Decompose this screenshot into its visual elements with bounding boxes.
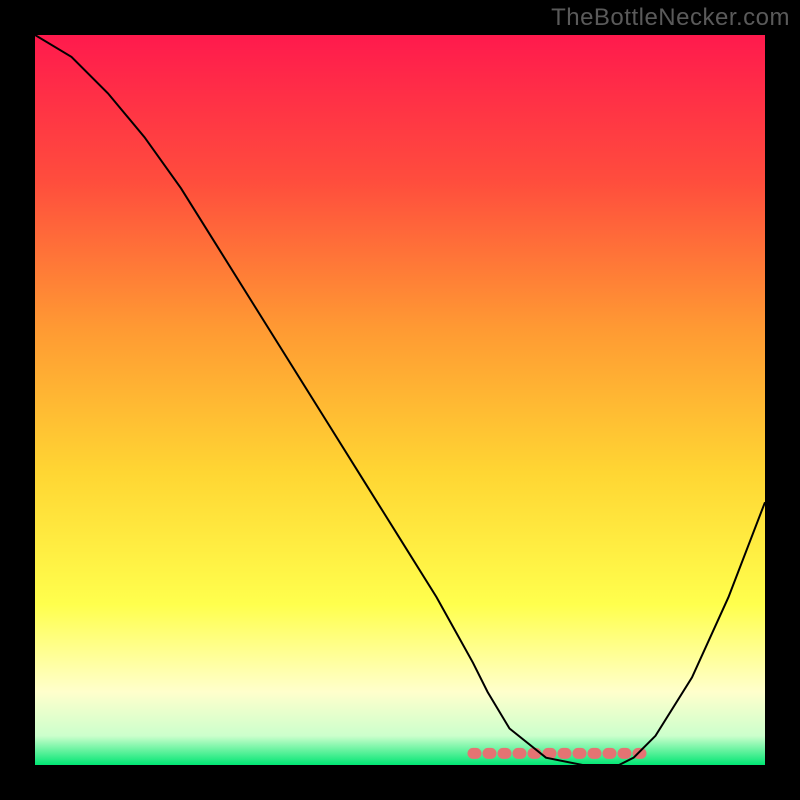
watermark-label: TheBottleNecker.com (551, 4, 790, 32)
chart-frame: TheBottleNecker.com (0, 0, 800, 800)
plot-area (35, 35, 765, 765)
chart-svg (35, 35, 765, 765)
gradient-background (35, 35, 765, 765)
